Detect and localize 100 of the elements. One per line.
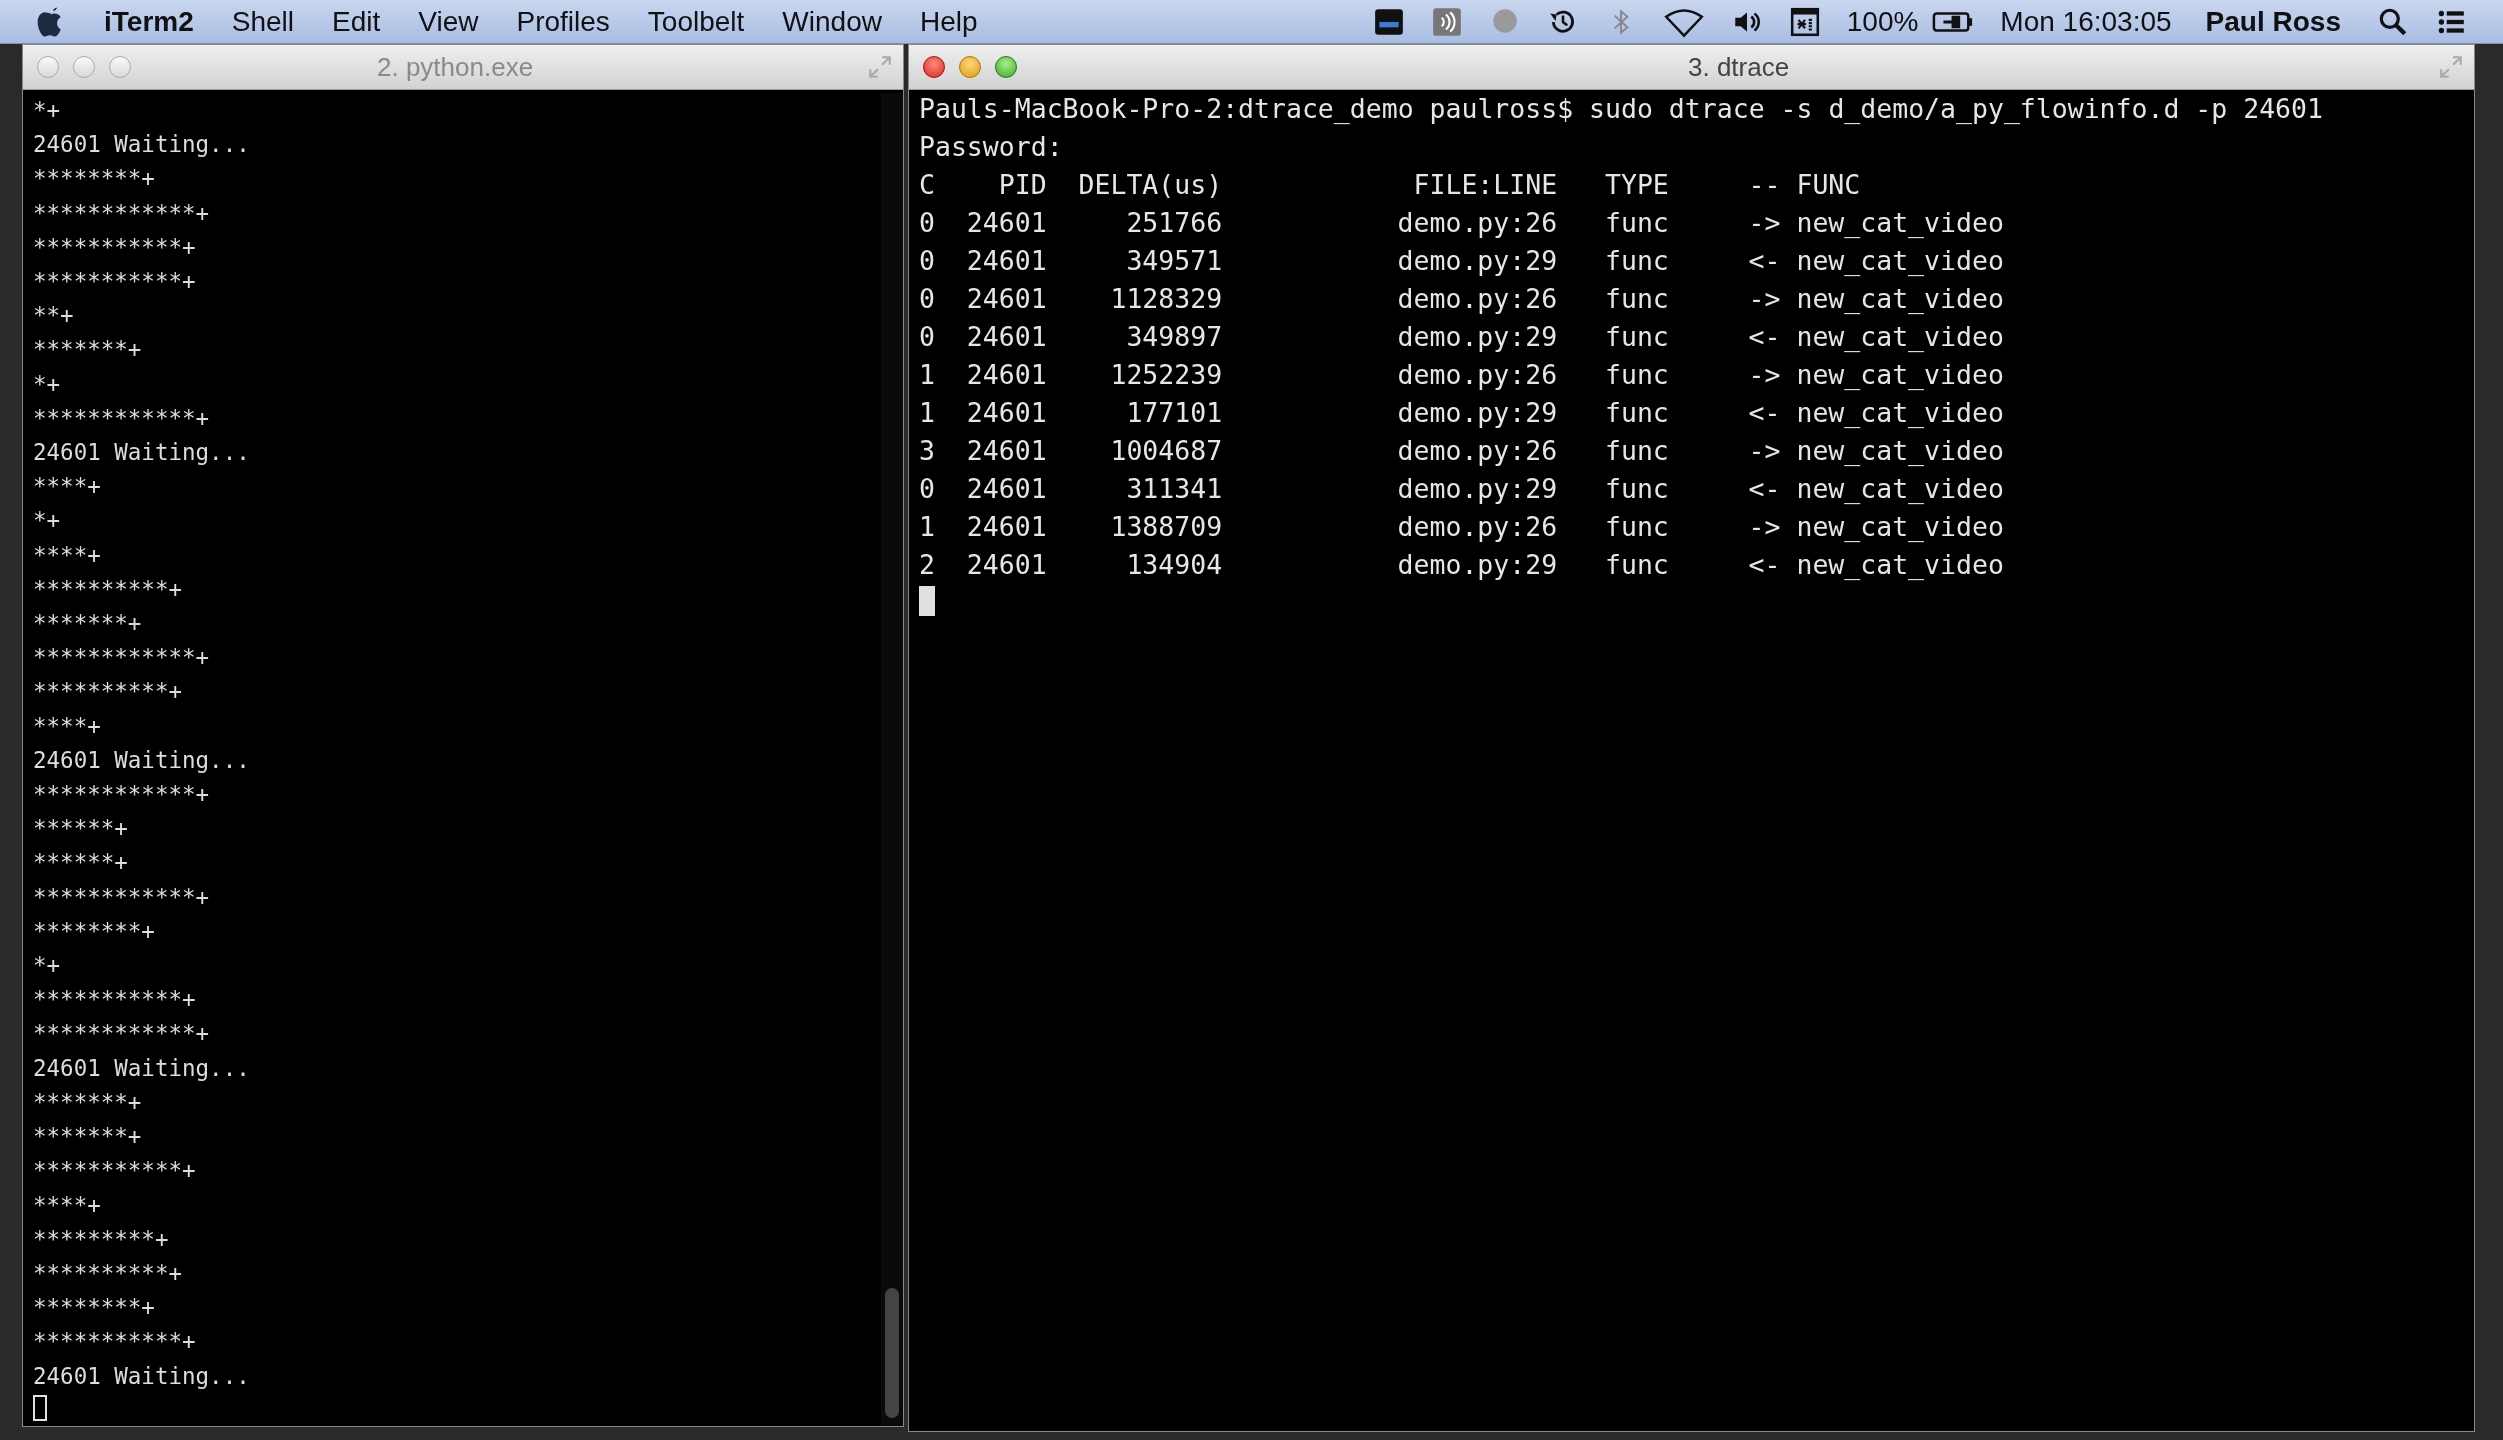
table-cell-text: 24601 [966, 244, 1047, 278]
table-cell-text: <- new_cat_video [1748, 320, 2004, 354]
menu-clock[interactable]: Mon 16:03:05 [2000, 5, 2172, 38]
window-control[interactable] [923, 56, 945, 78]
user-name[interactable]: Paul Ross [2205, 5, 2341, 38]
table-cell-text: <- new_cat_video [1748, 472, 2004, 506]
table-cell-text: -> new_cat_video [1748, 206, 2004, 240]
terminal-line: **+ [33, 301, 74, 331]
menu-item[interactable]: Profiles [516, 5, 610, 38]
terminal-line: ******+ [33, 848, 128, 878]
terminal-line: ****+ [33, 472, 101, 502]
table-cell-text: func [1604, 396, 1670, 430]
table-cell-text: demo.py:29 [1396, 396, 1558, 430]
table-cell-text: demo.py:29 [1396, 548, 1558, 582]
table-cell-text: func [1604, 548, 1670, 582]
terminal-line: ***********+ [33, 1156, 196, 1186]
menu-item[interactable]: Help [919, 5, 978, 38]
terminal-line: Pauls-MacBook-Pro-2:dtrace_demo paulross$ sudo dtrace -s d_demo/a_py_flowinfo.d -p 24601 [919, 92, 2323, 126]
table-cell-text: -> new_cat_video [1748, 434, 2004, 468]
table-cell-text: 24601 [966, 282, 1047, 316]
terminal-line: Password: [919, 130, 1063, 164]
table-cell-text: func [1604, 206, 1670, 240]
table-cell-text: 0 [919, 320, 936, 354]
keyboard-viewer-icon[interactable] [1788, 5, 1821, 38]
table-cell-text: 24601 [966, 206, 1047, 240]
table-cell-text: <- new_cat_video [1748, 244, 2004, 278]
app-menu[interactable]: iTerm2 [104, 5, 194, 38]
table-cell-text: 24601 [966, 472, 1047, 506]
window-title: 2. python.exe [376, 51, 535, 83]
terminal-line: ********+ [33, 916, 155, 946]
table-cell-text: 0 [919, 282, 936, 316]
table-cell-text: 177101 [1125, 396, 1223, 430]
table-cell-text: func [1604, 434, 1670, 468]
table-cell-text: 1004687 [1109, 434, 1223, 468]
scrollbar-thumb[interactable] [885, 1288, 899, 1418]
table-cell-text: demo.py:26 [1396, 434, 1558, 468]
terminal-line: *******+ [33, 1087, 142, 1117]
window-title: 3. dtrace [1687, 51, 1791, 83]
terminal-line: ********+ [33, 164, 155, 194]
table-cell-text: func [1604, 510, 1670, 544]
table-cell-text: 2 [919, 548, 936, 582]
table-cell-text: 24601 [966, 358, 1047, 392]
window-control[interactable] [959, 56, 981, 78]
menu-item[interactable]: View [418, 5, 479, 38]
terminal-line: ************+ [33, 1019, 210, 1049]
table-cell-text: 24601 [966, 548, 1047, 582]
table-cell-text: func [1604, 282, 1670, 316]
terminal-line: ************+ [33, 198, 210, 228]
table-cell-text: 1388709 [1109, 510, 1223, 544]
table-cell-text: 1 [919, 358, 936, 392]
table-cell-text: demo.py:26 [1396, 206, 1558, 240]
menu-item[interactable]: Window [782, 5, 882, 38]
terminal-line: ****+ [33, 1190, 101, 1220]
terminal-line: 24601 Waiting... [33, 1053, 250, 1083]
table-cell-text: func [1604, 244, 1670, 278]
sound-waves-icon[interactable] [1430, 5, 1463, 38]
terminal-line: 24601 Waiting... [33, 130, 250, 160]
menu-item[interactable]: Shell [231, 5, 294, 38]
terminal-line: ************+ [33, 403, 210, 433]
table-cell-text: demo.py:26 [1396, 510, 1558, 544]
column-header: C [919, 168, 936, 202]
table-cell-text: func [1604, 320, 1670, 354]
terminal-line: ************+ [33, 780, 210, 810]
table-cell-text: <- new_cat_video [1748, 396, 2004, 430]
terminal-line: ***********+ [33, 985, 196, 1015]
table-cell-text: 0 [919, 244, 936, 278]
terminal-line: *******+ [33, 335, 142, 365]
terminal-line: **********+ [33, 1258, 182, 1288]
menu-item[interactable]: Edit [332, 5, 381, 38]
terminal-line: ********+ [33, 1293, 155, 1323]
table-cell-text: 1252239 [1109, 358, 1223, 392]
table-cell-text: 349571 [1125, 244, 1223, 278]
terminal-line: **********+ [33, 677, 182, 707]
table-cell-text: <- new_cat_video [1748, 548, 2004, 582]
window-control[interactable] [995, 56, 1017, 78]
terminal-line: ***********+ [33, 267, 196, 296]
table-cell-text: 311341 [1125, 472, 1223, 506]
menu-item[interactable]: Toolbelt [647, 5, 745, 38]
table-cell-text: 24601 [966, 396, 1047, 430]
table-cell-text: 1 [919, 510, 936, 544]
terminal-line: **********+ [33, 574, 182, 604]
table-cell-text: demo.py:29 [1396, 244, 1558, 278]
terminal-line: *+ [33, 951, 61, 981]
table-cell-text: demo.py:29 [1396, 320, 1558, 354]
table-cell-text: 24601 [966, 434, 1047, 468]
terminal-line: ************+ [33, 882, 210, 912]
terminal-line: 24601 Waiting... [33, 745, 250, 775]
terminal-line: *+ [33, 369, 61, 399]
table-cell-text: -> new_cat_video [1748, 282, 2004, 316]
terminal-line: *******+ [33, 1122, 142, 1152]
terminal-line: *+ [33, 96, 61, 125]
battery-percentage: 100% [1846, 5, 1919, 38]
table-cell-text: 24601 [966, 320, 1047, 354]
terminal-line: ****+ [33, 540, 101, 570]
terminal-line: ***********+ [33, 232, 196, 262]
terminal-line: 24601 Waiting... [33, 438, 250, 468]
table-cell-text: 24601 [966, 510, 1047, 544]
column-header: PID [997, 168, 1047, 202]
table-cell-text: -> new_cat_video [1748, 358, 2004, 392]
terminal-line: ************+ [33, 643, 210, 673]
